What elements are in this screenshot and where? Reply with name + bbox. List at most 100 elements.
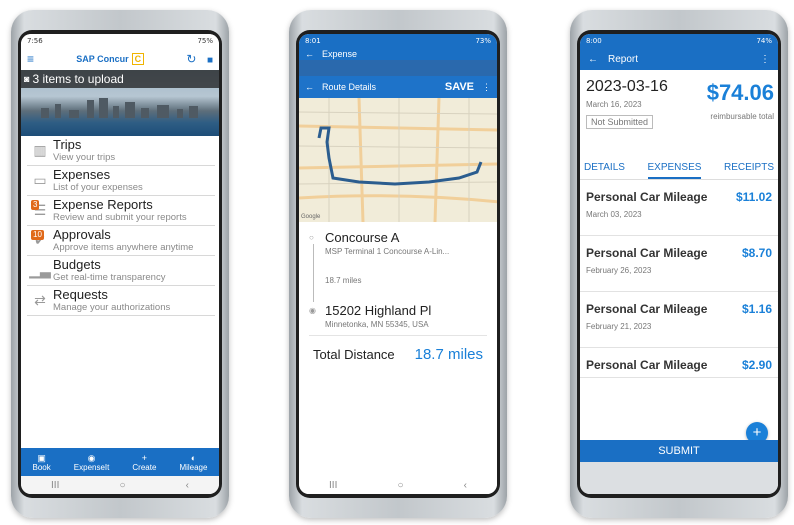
route-line (317, 126, 483, 186)
expense-date: February 26, 2023 (586, 266, 652, 275)
status-time: 8:01 (305, 37, 321, 45)
more-vert-icon[interactable]: ⋮ (482, 82, 491, 92)
report-amount: $74.06 (706, 80, 774, 105)
bottom-bezel-area (580, 462, 778, 494)
start-pin-icon: ○ (309, 233, 314, 242)
menu-item-approvals[interactable]: ✔ 10 Approvals Approve items anywhere anyt… (27, 226, 215, 256)
hero-banner: ◙ 3 items to upload (21, 70, 219, 136)
route-actions: SAVE ⋮ (445, 81, 491, 93)
menu-title: Budgets (53, 257, 101, 272)
route-details-bar: ← Route Details SAVE ⋮ (299, 76, 497, 98)
menu-subtitle: View your trips (53, 152, 116, 163)
status-bar: 8:00 74% (580, 34, 778, 48)
checkmark-icon: ✔ 10 (31, 230, 46, 248)
end-name: 15202 Highland Pl (325, 303, 432, 318)
menu-subtitle: Manage your authorizations (53, 302, 171, 313)
app-bar: ≡ SAP Concur C ↻ ■ (21, 48, 219, 70)
nav-expenseit[interactable]: ◉ ExpenseIt (74, 453, 110, 472)
save-button[interactable]: SAVE (445, 81, 474, 93)
bottom-nav: ▣ Book ◉ ExpenseIt + Create ◐ Mileage (21, 448, 219, 476)
nav-book[interactable]: ▣ Book (33, 453, 51, 472)
hamburger-menu-icon[interactable]: ≡ (27, 52, 34, 66)
system-nav-bar: III ○ ‹ (21, 476, 219, 494)
menu-title: Requests (53, 287, 108, 302)
city-skyline (21, 98, 219, 118)
home-icon[interactable]: ○ (119, 480, 125, 491)
tab-expenses[interactable]: EXPENSES (647, 162, 702, 179)
expense-header: ← Expense (299, 48, 497, 60)
more-vert-icon[interactable]: ⋮ (760, 54, 770, 65)
concur-logo-icon: C (131, 53, 145, 65)
route-title-group: ← Route Details (305, 82, 376, 92)
back-icon[interactable]: ‹ (186, 480, 189, 491)
menu-item-budgets[interactable]: ▁▃ Budgets Get real-time transparency (27, 256, 215, 286)
chat-icon[interactable]: ■ (207, 55, 213, 66)
menu-subtitle: Get real-time transparency (53, 272, 166, 283)
back-icon[interactable]: ‹ (464, 480, 467, 491)
nav-create[interactable]: + Create (132, 453, 156, 472)
bar-chart-icon: ▁▃ (29, 262, 51, 278)
amount-caption: reimbursable total (710, 112, 774, 121)
expense-list: Personal Car Mileage $11.02 March 03, 20… (580, 180, 778, 378)
nav-mileage[interactable]: ◐ Mileage (179, 453, 207, 472)
back-arrow-icon[interactable]: ← (305, 49, 314, 59)
route-info: ○ Concourse A MSP Terminal 1 Concourse A-… (299, 222, 497, 363)
recents-icon[interactable]: III (51, 480, 59, 491)
appbar-actions: ↻ ■ (186, 50, 213, 68)
recents-icon[interactable]: III (329, 480, 337, 491)
phone-route: 8:01 73% ← Expense ← Route Details SAVE ⋮ (289, 10, 507, 518)
status-time: 8:00 (586, 37, 602, 45)
route-title: Route Details (322, 82, 377, 92)
speedometer-icon: ◐ (190, 452, 197, 463)
header-strip (299, 60, 497, 76)
route-end[interactable]: ◉ 15202 Highland Pl Minnetonka, MN 55345,… (309, 303, 487, 329)
expense-date: February 21, 2023 (586, 322, 652, 331)
leg-distance: 18.7 miles (325, 276, 362, 285)
tab-receipts[interactable]: RECEIPTS (724, 162, 774, 173)
camera-icon: ◙ (24, 74, 30, 84)
status-time: 7:56 (27, 37, 43, 45)
expense-title: Expense (322, 49, 358, 59)
menu-item-expense-reports[interactable]: ☰ 3 Expense Reports Review and submit your… (27, 196, 215, 226)
submit-button[interactable]: SUBMIT (580, 440, 778, 462)
expense-amount: $2.90 (741, 358, 772, 372)
home-screen: 7:56 75% ≡ SAP Concur C ↻ ■ ◙ 3 items to … (21, 34, 219, 494)
tab-details[interactable]: DETAILS (584, 162, 625, 173)
phone-bezel: 8:01 73% ← Expense ← Route Details SAVE ⋮ (296, 30, 500, 498)
map-credit: Google (301, 214, 321, 220)
report-app-bar: ← Report ⋮ (580, 48, 778, 70)
reports-count-badge: 3 (31, 200, 40, 210)
home-icon[interactable]: ○ (397, 480, 403, 491)
list-item[interactable]: Personal Car Mileage $1.16 February 21, … (580, 292, 778, 348)
map-svg (299, 98, 497, 222)
menu-title: Expenses (53, 167, 111, 182)
status-bar: 7:56 75% (21, 34, 219, 48)
menu-item-trips[interactable]: ▥ Trips View your trips (27, 136, 215, 166)
route-connector (313, 244, 314, 302)
report-title: Report (608, 53, 639, 65)
home-menu: ▥ Trips View your trips ▭ Expenses List of… (21, 136, 219, 316)
list-item[interactable]: Personal Car Mileage $2.90 (580, 348, 778, 378)
menu-subtitle: List of your expenses (53, 182, 143, 193)
expense-date: March 03, 2023 (586, 210, 642, 219)
list-item[interactable]: Personal Car Mileage $8.70 February 26, … (580, 236, 778, 292)
refresh-icon[interactable]: ↻ (186, 52, 196, 66)
route-map[interactable]: Google (299, 98, 497, 222)
arrows-icon: ⇄ (34, 292, 46, 308)
back-arrow-icon[interactable]: ← (305, 82, 314, 92)
total-distance-row: Total Distance 18.7 miles (309, 335, 487, 363)
camera-icon: ◉ (87, 452, 96, 463)
app-title: SAP Concur C (76, 53, 145, 65)
back-arrow-icon[interactable]: ← (588, 54, 598, 65)
phone-report: 8:00 74% ← Report ⋮ 2023-03-16 March 16, … (570, 10, 788, 518)
book-icon: ▣ (37, 452, 46, 463)
nav-label: ExpenseIt (73, 462, 110, 472)
nav-label: Create (132, 462, 157, 472)
menu-item-requests[interactable]: ⇄ Requests Manage your authorizations (27, 286, 215, 316)
list-item[interactable]: Personal Car Mileage $11.02 March 03, 20… (580, 180, 778, 236)
report-summary: 2023-03-16 March 16, 2023 Not Submitted … (580, 70, 778, 156)
upload-banner[interactable]: ◙ 3 items to upload (21, 70, 219, 88)
menu-item-expenses[interactable]: ▭ Expenses List of your expenses (27, 166, 215, 196)
plus-icon: + (752, 424, 762, 441)
route-start[interactable]: ○ Concourse A MSP Terminal 1 Concourse A-… (309, 230, 487, 256)
